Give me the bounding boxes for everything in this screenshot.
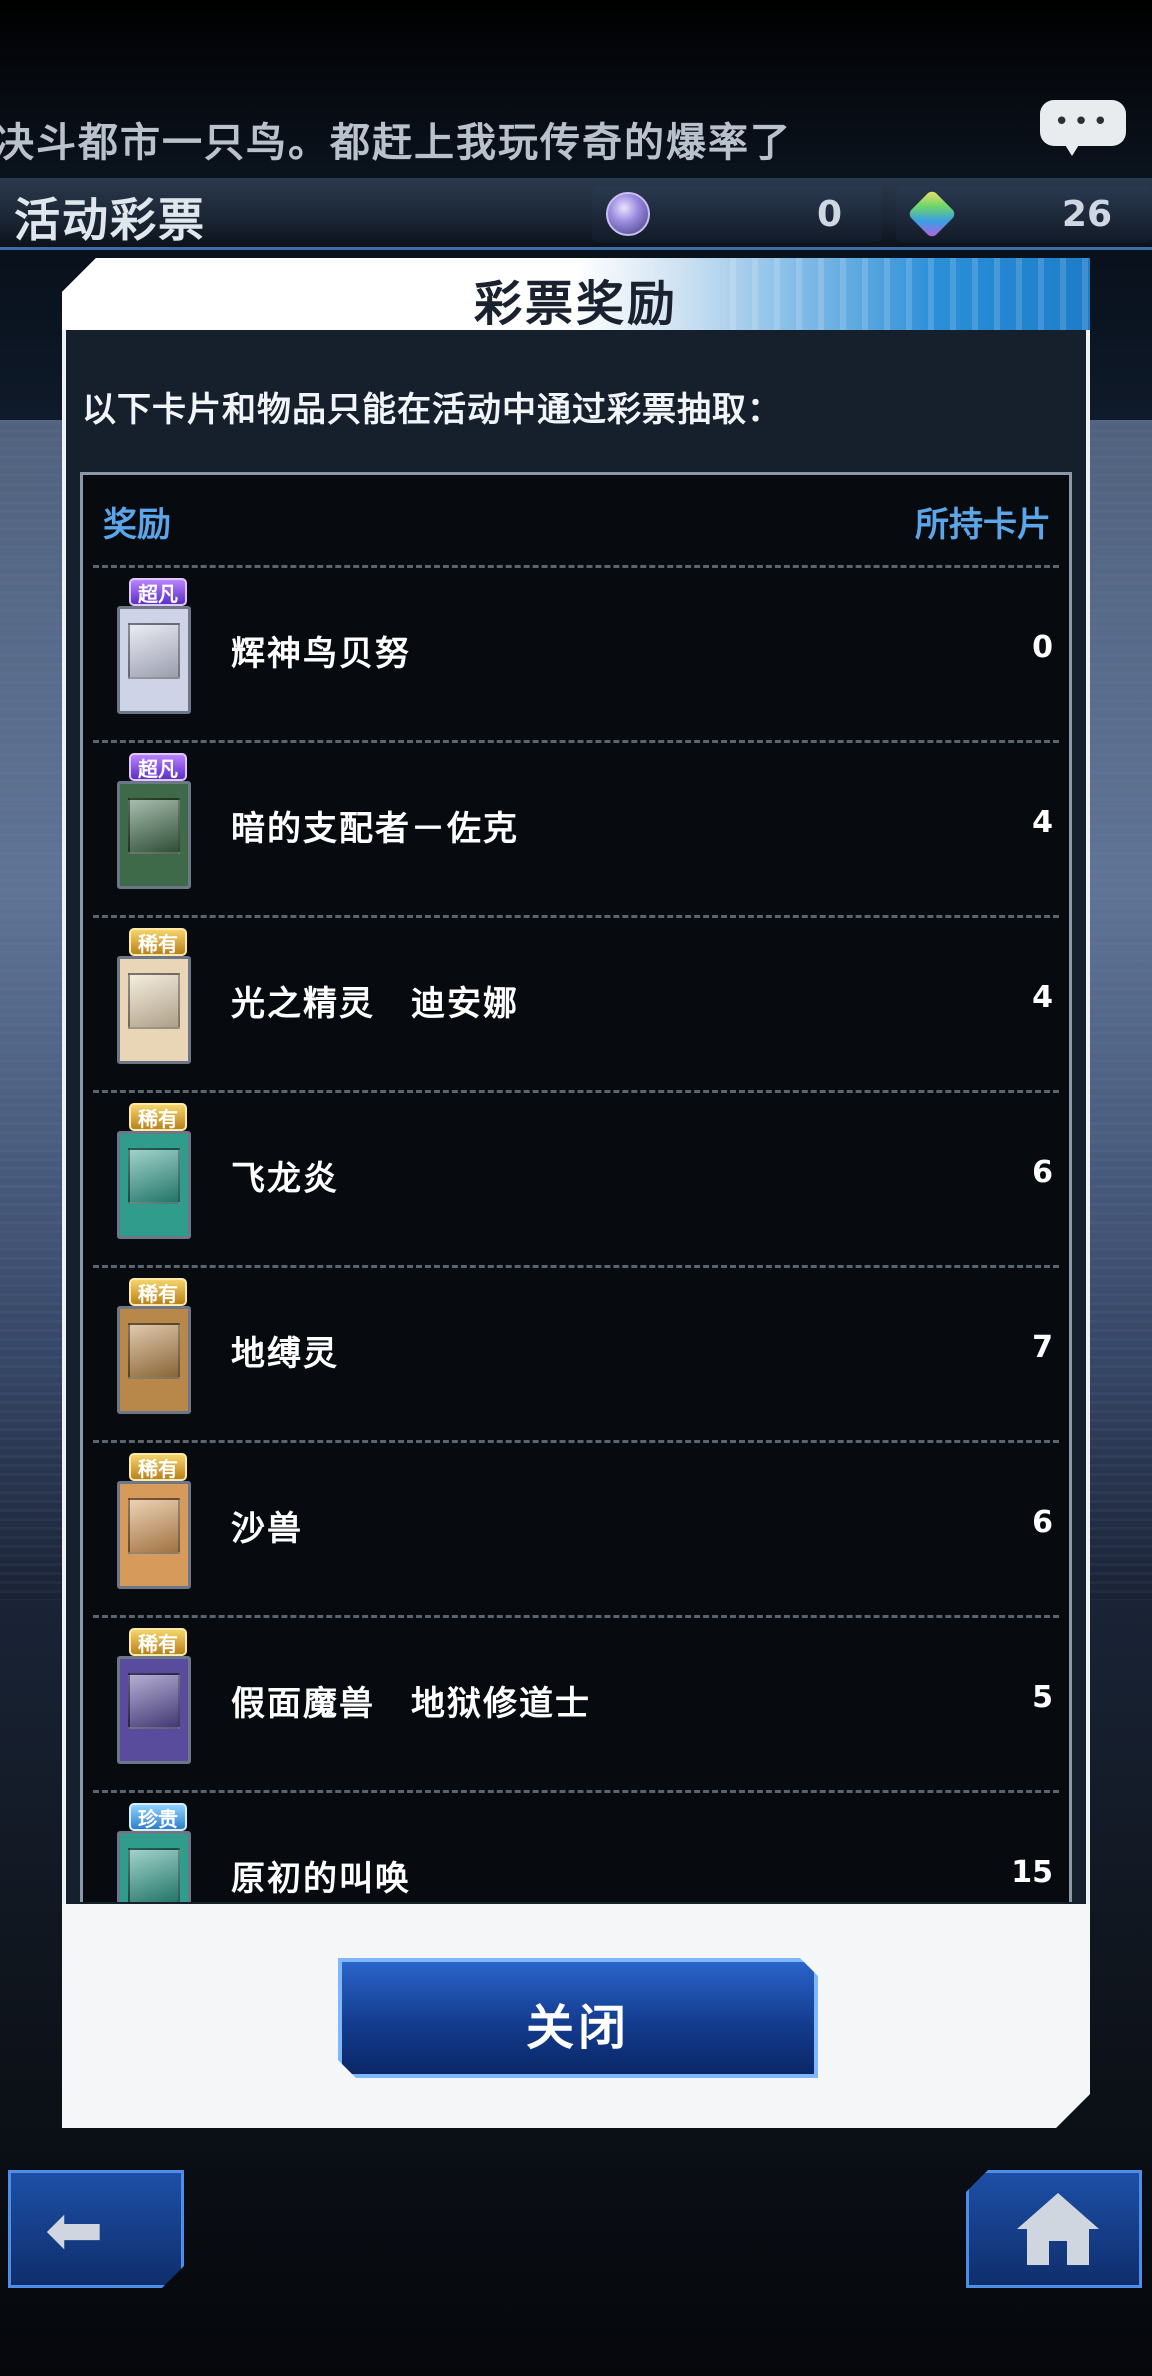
rarity-badge: 稀有 <box>129 1453 187 1481</box>
card-thumbnail[interactable] <box>117 1481 191 1589</box>
reward-row[interactable]: 稀有飞龙炎 6 <box>93 1090 1059 1265</box>
card-art <box>128 1498 180 1554</box>
dialog-title-bar: 彩票奖励 <box>62 258 1090 330</box>
reward-row[interactable]: 稀有假面魔兽 地狱修道士 5 <box>93 1615 1059 1790</box>
rarity-badge: 稀有 <box>129 928 187 956</box>
close-button[interactable]: 关闭 <box>338 1958 818 2078</box>
card-name: 地缚灵 <box>231 1334 339 1374</box>
card-art <box>128 1848 180 1902</box>
column-reward: 奖励 <box>103 505 171 545</box>
chat-ticker: 决斗都市一只鸟。都赶上我玩传奇的爆率了 <box>0 100 1152 170</box>
reward-list-header: 奖励 所持卡片 <box>83 475 1069 565</box>
owned-count: 15 <box>1011 1855 1053 1890</box>
rarity-badge: 超凡 <box>129 578 187 606</box>
rarity-badge: 稀有 <box>129 1278 187 1306</box>
reward-row[interactable]: 稀有光之精灵 迪安娜 4 <box>93 915 1059 1090</box>
arrow-left-icon: ⬅ <box>45 2189 104 2271</box>
card-thumbnail[interactable] <box>117 1131 191 1239</box>
column-owned-cards: 所持卡片 <box>915 505 1051 545</box>
reward-row[interactable]: 珍贵原初的叫唤 15 <box>93 1790 1059 1902</box>
card-thumbnail[interactable] <box>117 1306 191 1414</box>
owned-count: 7 <box>1032 1330 1053 1365</box>
home-button[interactable] <box>966 2170 1142 2288</box>
chat-button[interactable]: ••• <box>1040 100 1130 158</box>
owned-count: 4 <box>1032 805 1053 840</box>
card-name: 光之精灵 迪安娜 <box>231 984 519 1024</box>
close-button-label: 关闭 <box>525 2000 630 2056</box>
currency-gem[interactable]: 26 <box>896 186 1152 242</box>
screen: 决斗都市一只鸟。都赶上我玩传奇的爆率了 ••• 活动彩票 0 26 彩票奖励 以… <box>0 0 1152 2376</box>
owned-count: 5 <box>1032 1680 1053 1715</box>
card-thumbnail[interactable] <box>117 1831 191 1902</box>
card-name: 原初的叫唤 <box>231 1859 411 1899</box>
card-thumbnail[interactable] <box>117 1656 191 1764</box>
reward-list[interactable]: 奖励 所持卡片 超凡 辉神鸟贝努 0 超凡 暗的支配者－佐克 4 稀有 光之精灵 迪安娜 4 稀有… <box>80 472 1072 1902</box>
chat-dots: ••• <box>1054 107 1113 137</box>
card-name: 假面魔兽 地狱修道士 <box>231 1684 591 1724</box>
rarity-badge: 超凡 <box>129 753 187 781</box>
lottery-reward-dialog: 彩票奖励 以下卡片和物品只能在活动中通过彩票抽取： 奖励 所持卡片 超凡辉神鸟贝… <box>62 258 1090 2128</box>
dialog-title: 彩票奖励 <box>473 276 678 332</box>
ticker-text: 决斗都市一只鸟。都赶上我玩传奇的爆率了 <box>0 120 792 166</box>
currency-orb[interactable]: 0 <box>592 186 882 242</box>
card-thumbnail[interactable] <box>117 781 191 889</box>
card-name: 暗的支配者－佐克 <box>231 809 519 849</box>
chat-bubble-tail <box>1062 140 1082 156</box>
card-art <box>128 798 180 854</box>
reward-row[interactable]: 超凡辉神鸟贝努 0 <box>93 565 1059 740</box>
owned-count: 4 <box>1032 980 1053 1015</box>
owned-count: 6 <box>1032 1155 1053 1190</box>
reward-row[interactable]: 稀有沙兽 6 <box>93 1440 1059 1615</box>
card-name: 辉神鸟贝努 <box>231 634 411 674</box>
card-art <box>128 623 180 679</box>
card-art <box>128 1673 180 1729</box>
card-art <box>128 973 180 1029</box>
currency-orb-value: 0 <box>816 194 842 235</box>
rarity-badge: 珍贵 <box>129 1803 187 1831</box>
back-button[interactable]: ⬅ <box>8 2170 184 2288</box>
rarity-badge: 稀有 <box>129 1103 187 1131</box>
card-art <box>128 1148 180 1204</box>
card-thumbnail[interactable] <box>117 606 191 714</box>
dialog-subtitle: 以下卡片和物品只能在活动中通过彩票抽取： <box>82 390 782 430</box>
orb-coin-icon <box>606 192 650 236</box>
card-name: 沙兽 <box>231 1509 303 1549</box>
card-thumbnail[interactable] <box>117 956 191 1064</box>
owned-count: 0 <box>1032 630 1053 665</box>
home-icon <box>1017 2193 1099 2265</box>
reward-row[interactable]: 稀有地缚灵 7 <box>93 1265 1059 1440</box>
gem-icon <box>907 189 957 239</box>
rarity-badge: 稀有 <box>129 1628 187 1656</box>
owned-count: 6 <box>1032 1505 1053 1540</box>
reward-row[interactable]: 超凡暗的支配者－佐克 4 <box>93 740 1059 915</box>
card-art <box>128 1323 180 1379</box>
page-title: 活动彩票 <box>14 193 206 247</box>
header-bar: 活动彩票 0 26 <box>0 178 1152 250</box>
currency-gem-value: 26 <box>1061 194 1112 235</box>
card-name: 飞龙炎 <box>231 1159 339 1199</box>
